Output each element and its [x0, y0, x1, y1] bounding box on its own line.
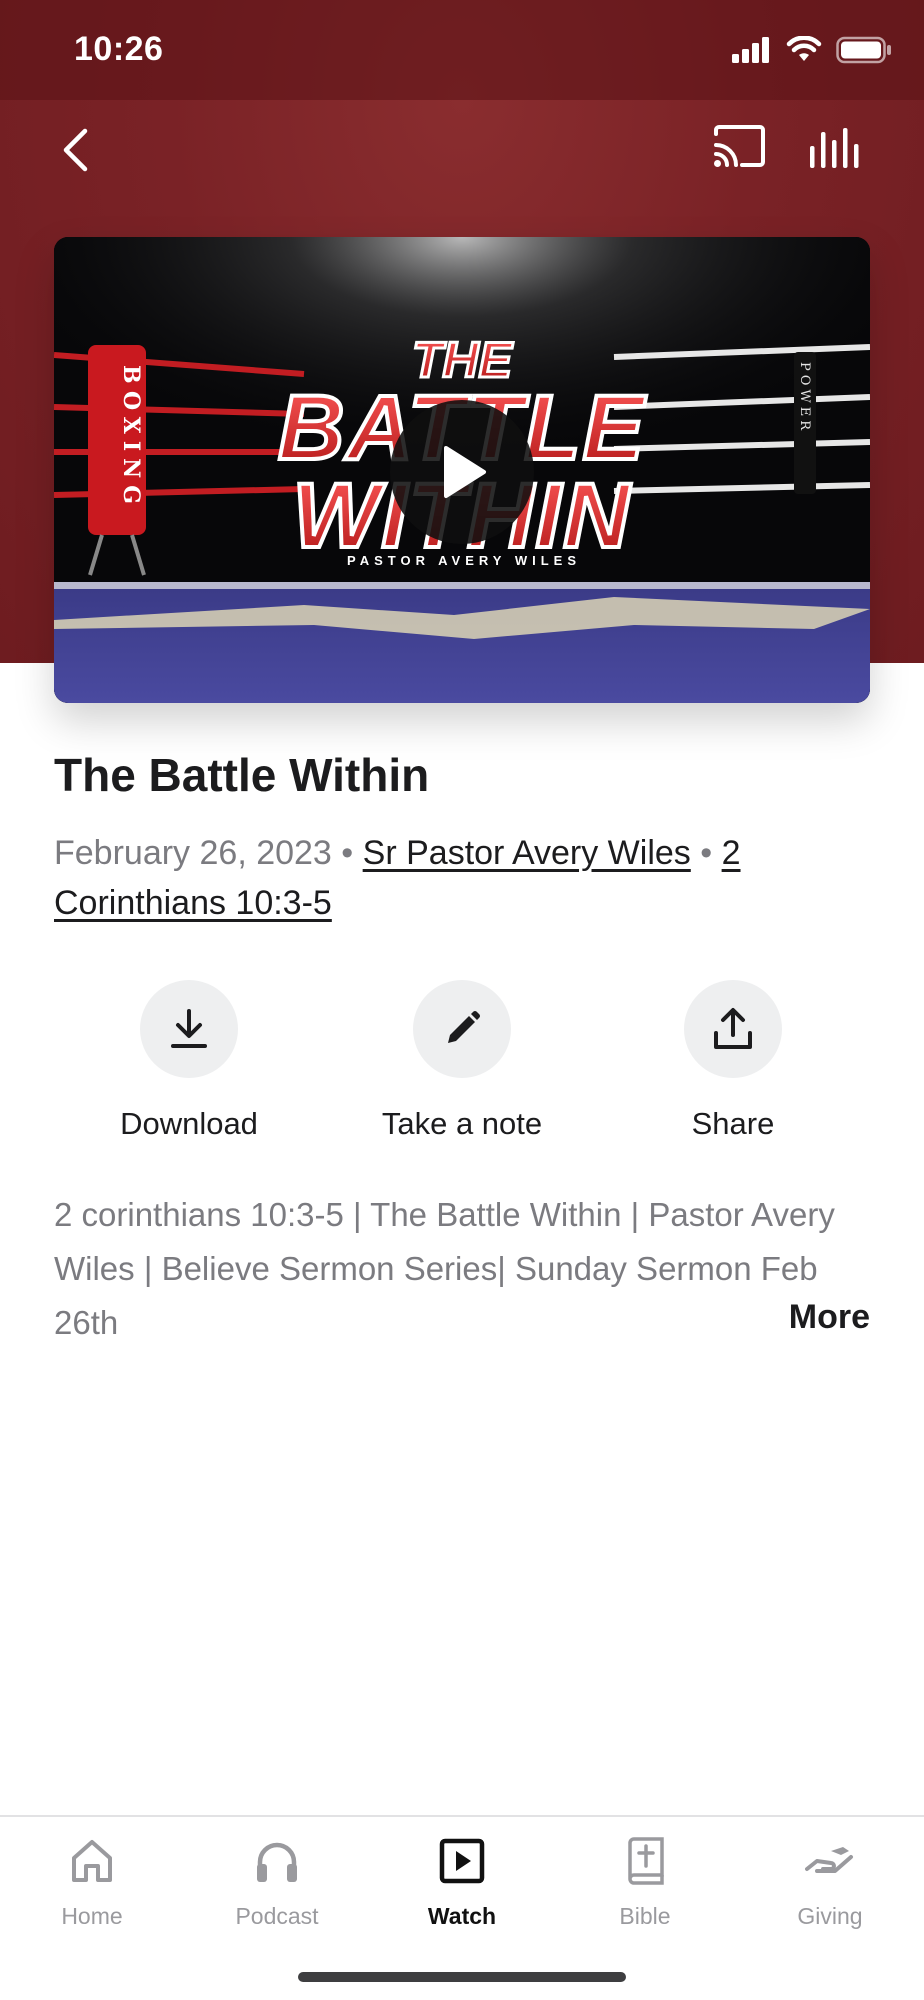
bible-icon — [628, 1837, 664, 1885]
tab-podcast[interactable]: Podcast — [202, 1831, 352, 1930]
wifi-icon — [786, 36, 822, 61]
pencil-icon — [448, 1011, 480, 1043]
status-bar: 10:26 — [0, 0, 924, 100]
tab-podcast-label: Podcast — [235, 1903, 319, 1929]
corner-left-text: BOXING — [118, 365, 144, 511]
cellular-signal-icon — [732, 37, 769, 63]
download-icon — [171, 1009, 207, 1048]
corner-right-text: POWER — [797, 362, 812, 434]
tab-giving[interactable]: Giving — [755, 1831, 905, 1930]
share-button[interactable]: Share — [603, 980, 863, 1142]
tab-giving-label: Giving — [797, 1903, 863, 1929]
cast-button[interactable] — [712, 124, 770, 176]
status-icons — [732, 36, 892, 64]
headphones-icon — [257, 1842, 297, 1882]
tab-watch-label: Watch — [427, 1903, 497, 1929]
share-circle[interactable] — [684, 980, 782, 1078]
audio-bars-icon — [810, 128, 859, 168]
tab-home-label: Home — [61, 1903, 123, 1929]
giving-icon — [805, 1847, 853, 1873]
take-note-label: Take a note — [381, 1106, 543, 1141]
meta-separator: • — [700, 834, 713, 872]
chevron-left-icon — [63, 128, 88, 172]
download-circle[interactable] — [140, 980, 238, 1078]
art-subtitle: PASTOR AVERY WILES — [347, 553, 581, 568]
status-time: 10:26 — [74, 30, 164, 68]
play-icon — [444, 446, 486, 498]
sermon-date: February 26, 2023 — [54, 834, 332, 872]
share-label: Share — [691, 1106, 775, 1141]
meta-separator: • — [341, 834, 354, 872]
share-icon — [714, 1008, 752, 1049]
more-button[interactable]: More — [789, 1298, 870, 1337]
top-navigation — [0, 110, 924, 190]
audio-levels-button[interactable] — [808, 124, 866, 176]
play-square-icon — [439, 1838, 485, 1884]
home-icon — [72, 1840, 112, 1882]
sermon-description: 2 corinthians 10:3-5 | The Battle Within… — [54, 1196, 835, 1341]
speaker-link[interactable]: Sr Pastor Avery Wiles — [363, 834, 691, 872]
home-indicator — [298, 1972, 626, 1982]
play-button[interactable] — [390, 400, 534, 544]
tab-bible-label: Bible — [619, 1903, 671, 1929]
sermon-meta: February 26, 2023 • Sr Pastor Avery Wile… — [54, 828, 844, 928]
download-button[interactable]: Download — [59, 980, 319, 1142]
take-note-circle[interactable] — [413, 980, 511, 1078]
take-note-button[interactable]: Take a note — [332, 980, 592, 1142]
sermon-title: The Battle Within — [54, 749, 430, 801]
download-label: Download — [120, 1106, 258, 1141]
battery-icon — [836, 36, 891, 64]
video-player-thumbnail[interactable]: BOXING POWER THE BATTLE WITHIN PASTOR AV… — [54, 237, 870, 703]
tab-bible[interactable]: Bible — [570, 1831, 720, 1930]
back-button[interactable] — [50, 122, 100, 178]
tab-watch[interactable]: Watch — [387, 1831, 537, 1930]
tab-home[interactable]: Home — [17, 1831, 167, 1930]
action-row: Download Take a note Share — [0, 980, 924, 1142]
cast-icon — [714, 125, 765, 167]
